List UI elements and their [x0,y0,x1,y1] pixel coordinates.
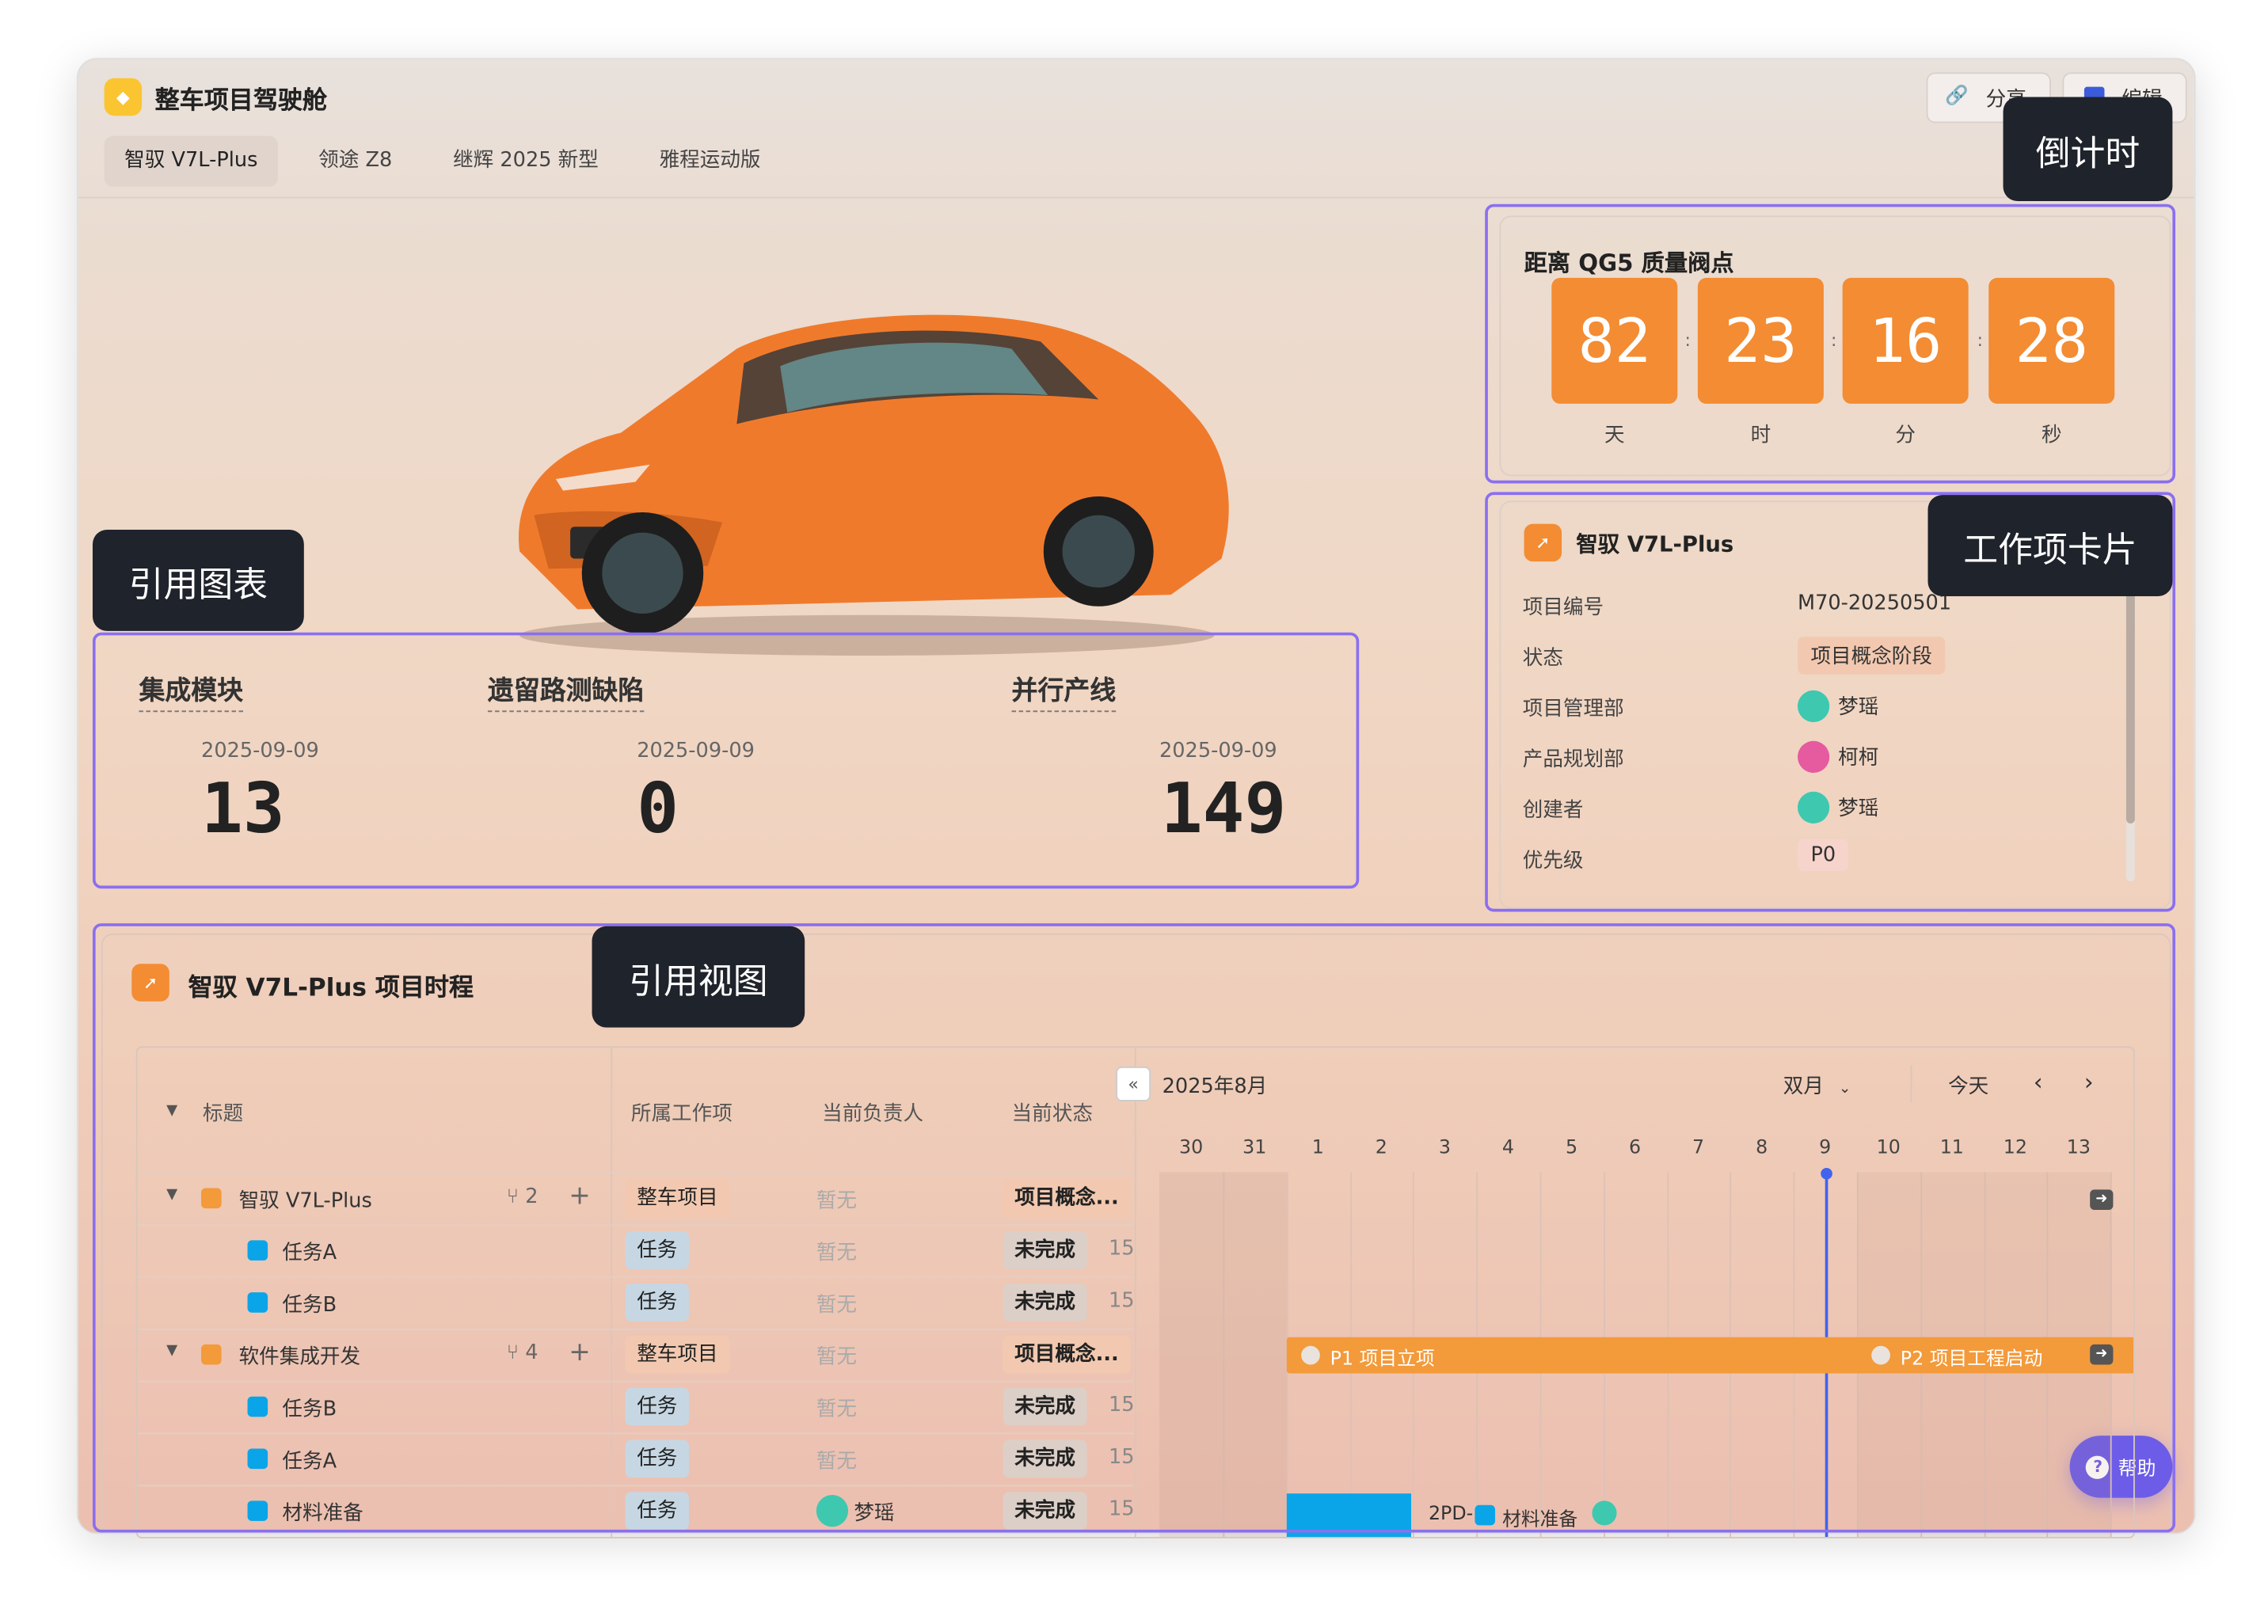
highlight-view [92,923,2176,1533]
highlight-chart [92,632,1360,889]
app-title: 整车项目驾驶舱 [154,86,328,116]
tab-bar: 智驭 V7L-Plus 领途 Z8 继辉 2025 新型 雅程运动版 [104,135,782,187]
highlight-countdown [1485,203,2176,484]
callout-countdown: 倒计时 [2003,97,2173,202]
callout-card: 工作项卡片 [1927,495,2173,597]
car-image [518,314,1229,656]
tab-z8[interactable]: 领途 Z8 [299,136,413,187]
callout-view: 引用视图 [592,926,805,1028]
app-header: ◆ 整车项目驾驶舱 🔗 分享 编辑 智驭 V7L-Plus 领途 Z8 继辉 2… [78,59,2194,199]
tab-2025[interactable]: 继辉 2025 新型 [432,136,618,187]
tab-sport[interactable]: 雅程运动版 [639,136,781,187]
app-logo-icon: ◆ [104,78,143,116]
tab-v7l-plus[interactable]: 智驭 V7L-Plus [104,135,279,187]
callout-chart: 引用图表 [92,529,304,631]
link-icon: 🔗 [1945,85,1969,108]
